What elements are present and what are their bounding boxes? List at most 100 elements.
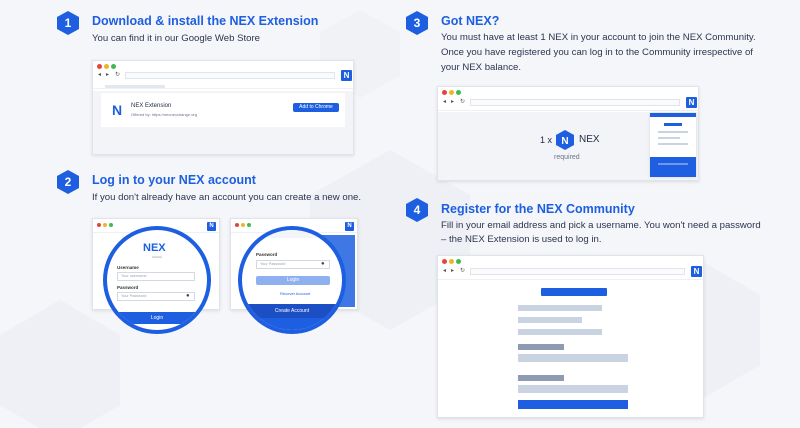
step-3-title: Got NEX? bbox=[441, 14, 500, 28]
password-label: Password bbox=[117, 285, 139, 290]
address-bar[interactable] bbox=[470, 99, 680, 106]
step-3-browser-window: ◂ ▸ ↻ N 1 x N NEX required bbox=[437, 86, 699, 181]
nex-logo-icon[interactable]: N bbox=[341, 70, 352, 81]
reload-icon[interactable]: ↻ bbox=[460, 98, 465, 105]
create-account-button[interactable]: Create Account bbox=[242, 304, 342, 318]
maximize-dot bbox=[247, 223, 251, 227]
eye-icon[interactable]: ● bbox=[186, 293, 190, 299]
username-input[interactable]: Your username bbox=[117, 272, 195, 281]
preview-footer-line bbox=[658, 163, 688, 165]
step-4-description-line-2: – the NEX Extension is used to log in. bbox=[441, 234, 602, 245]
step-1-description: You can find it in our Google Web Store bbox=[92, 33, 260, 44]
step-number: 2 bbox=[64, 175, 72, 189]
maximize-dot bbox=[111, 64, 116, 69]
step-4-badge: 4 bbox=[406, 198, 428, 222]
address-bar[interactable] bbox=[470, 268, 685, 275]
add-to-chrome-button[interactable]: Add to Chrome bbox=[293, 103, 339, 112]
step-number: 3 bbox=[413, 16, 421, 30]
minimize-dot bbox=[449, 259, 454, 264]
recover-account-link[interactable]: Recover Account bbox=[280, 291, 310, 296]
username-placeholder: Your username bbox=[121, 274, 147, 278]
preview-line bbox=[658, 131, 688, 133]
forward-arrow-icon[interactable]: ▸ bbox=[106, 71, 109, 78]
step-2-badge: 2 bbox=[57, 170, 79, 194]
store-breadcrumb-placeholder bbox=[105, 85, 165, 88]
back-arrow-icon[interactable]: ◂ bbox=[98, 71, 101, 78]
nex-logo-icon[interactable]: N bbox=[207, 222, 216, 231]
email-field-placeholder bbox=[518, 354, 628, 362]
browser-toolbar: ◂ ▸ ↻ N bbox=[438, 256, 703, 280]
nex-brand: NEX bbox=[143, 242, 166, 254]
step-1-browser-window: ◂ ▸ ↻ N N NEX Extension Offered by: http… bbox=[92, 60, 354, 155]
svg-text:N: N bbox=[561, 136, 568, 147]
forward-arrow-icon[interactable]: ▸ bbox=[451, 98, 454, 105]
step-3-description-line-2: Once you have registered you can log in … bbox=[441, 47, 753, 58]
email-label-placeholder bbox=[518, 344, 564, 350]
address-bar[interactable] bbox=[125, 72, 335, 79]
close-dot bbox=[235, 223, 239, 227]
form-bottom-band bbox=[242, 318, 342, 330]
password-label: Password bbox=[256, 252, 278, 257]
register-header-button bbox=[541, 288, 607, 296]
minimize-dot bbox=[104, 64, 109, 69]
nex-logo-icon[interactable]: N bbox=[686, 97, 697, 108]
back-arrow-icon[interactable]: ◂ bbox=[443, 267, 446, 274]
browser-toolbar: ◂ ▸ ↻ N bbox=[438, 87, 698, 111]
login-magnifier: NEX ALPHA Username Your username Passwor… bbox=[103, 226, 211, 334]
forward-arrow-icon[interactable]: ▸ bbox=[451, 267, 454, 274]
close-dot bbox=[442, 90, 447, 95]
step-number: 1 bbox=[64, 16, 72, 30]
eye-icon[interactable]: ● bbox=[321, 261, 325, 267]
back-arrow-icon[interactable]: ◂ bbox=[443, 98, 446, 105]
extension-name: NEX Extension bbox=[131, 103, 172, 109]
password-placeholder: Your Password bbox=[260, 262, 286, 266]
close-dot bbox=[442, 259, 447, 264]
nex-token-icon: N bbox=[556, 130, 574, 150]
close-dot bbox=[97, 223, 101, 227]
step-1-badge: 1 bbox=[57, 11, 79, 35]
requirement-token: NEX bbox=[579, 134, 600, 145]
step-3-description-line-3: your NEX balance. bbox=[441, 62, 521, 73]
close-dot bbox=[97, 64, 102, 69]
store-listing-card: N NEX Extension Offered by: https://neon… bbox=[101, 93, 345, 127]
step-4-title: Register for the NEX Community bbox=[441, 202, 635, 216]
username-field-placeholder bbox=[518, 385, 628, 393]
preview-line bbox=[658, 137, 680, 139]
nex-logo-icon: N bbox=[111, 102, 123, 118]
minimize-dot bbox=[449, 90, 454, 95]
step-number: 4 bbox=[413, 203, 421, 217]
requirement-prefix: 1 x bbox=[540, 135, 553, 145]
nex-logo-icon[interactable]: N bbox=[345, 222, 354, 231]
minimize-dot bbox=[103, 223, 107, 227]
username-label: Username bbox=[117, 265, 139, 270]
username-label-placeholder bbox=[518, 375, 564, 381]
preview-header bbox=[650, 113, 696, 117]
step-1-title: Download & install the NEX Extension bbox=[92, 14, 319, 28]
password-input[interactable]: Your Password ● bbox=[117, 292, 195, 301]
password-placeholder: Your Password bbox=[121, 294, 147, 298]
step-4-description-line-1: Fill in your email address and pick a us… bbox=[441, 220, 761, 231]
placeholder-line bbox=[518, 329, 602, 335]
login-button[interactable]: Login bbox=[107, 312, 207, 324]
nex-brand-sub: ALPHA bbox=[152, 255, 162, 259]
preview-footer bbox=[650, 157, 696, 177]
placeholder-line bbox=[518, 317, 582, 323]
reload-icon[interactable]: ↻ bbox=[460, 267, 465, 274]
reload-icon[interactable]: ↻ bbox=[115, 71, 120, 78]
step-4-browser-window: ◂ ▸ ↻ N bbox=[437, 255, 704, 418]
placeholder-line bbox=[518, 305, 602, 311]
form-top-fade bbox=[242, 230, 342, 238]
register-submit-button[interactable] bbox=[518, 400, 628, 409]
extension-offered-by: Offered by: https://neonexchange.org bbox=[131, 112, 197, 117]
preview-line bbox=[658, 143, 688, 145]
requirement-status: required bbox=[554, 154, 580, 161]
maximize-dot bbox=[109, 223, 113, 227]
password-input[interactable]: Your Password ● bbox=[256, 260, 330, 269]
nex-logo-icon[interactable]: N bbox=[691, 266, 702, 277]
step-3-description-line-1: You must have at least 1 NEX in your acc… bbox=[441, 32, 756, 43]
step-2-description: If you don't already have an account you… bbox=[92, 192, 362, 203]
maximize-dot bbox=[456, 90, 461, 95]
minimize-dot bbox=[241, 223, 245, 227]
step-3-badge: 3 bbox=[406, 11, 428, 35]
login-button[interactable]: Login bbox=[256, 276, 330, 285]
